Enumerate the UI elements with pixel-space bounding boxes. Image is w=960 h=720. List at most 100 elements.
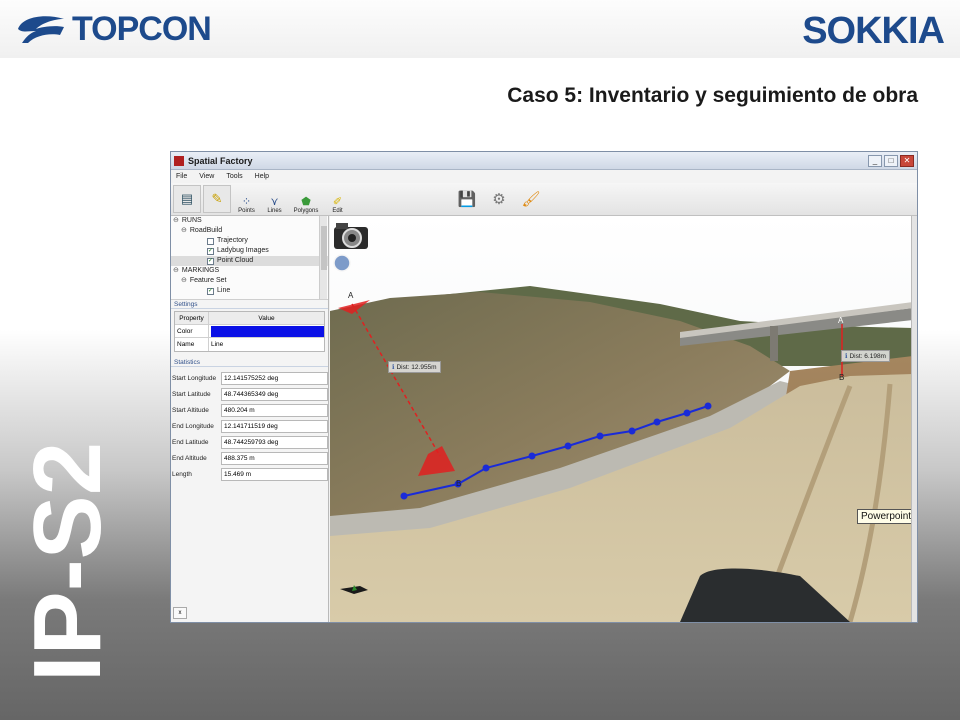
stat-value: 12.141711519 deg	[221, 419, 328, 433]
points-tool-label: Points	[238, 208, 255, 214]
app-window: Spatial Factory _ □ ✕ File View Tools He…	[170, 151, 918, 623]
scene-image: A B A B	[330, 216, 913, 622]
stat-value: 48.744259793 deg	[221, 435, 328, 449]
save-icon[interactable]: 💾	[452, 184, 482, 214]
stat-key: Start Longitude	[172, 374, 217, 382]
tree-markings[interactable]: ⊖ MARKINGS	[171, 266, 328, 276]
stat-value: 48.744365349 deg	[221, 387, 328, 401]
settings-row-name[interactable]: Name Line	[175, 338, 324, 351]
stat-key: Start Altitude	[172, 406, 209, 414]
brush-icon[interactable]: 🖌	[516, 184, 546, 214]
lines-tool-button[interactable]: ⋎ Lines	[261, 184, 288, 214]
app-icon	[174, 155, 184, 166]
tree-feature-set-label: Feature Set	[189, 277, 227, 284]
left-panel: ⊖ RUNS ⊖ RoadBuild Trajectory ✓ Ladybug Ima…	[171, 216, 329, 622]
tree-runs[interactable]: ⊖ RUNS	[171, 216, 328, 226]
ladybug-images-checkbox[interactable]: ✓	[207, 247, 214, 255]
stat-value: 480.204 m	[221, 403, 328, 417]
stat-row: Start Longitude 12.141575252 deg	[171, 370, 328, 386]
points-icon: ⁘	[241, 196, 252, 208]
settings-table-header: Property Value	[175, 312, 324, 325]
menu-tools[interactable]: Tools	[226, 173, 242, 180]
color-swatch[interactable]	[211, 326, 324, 337]
statistics-header: Statistics	[171, 358, 328, 367]
marker-b-left: B	[456, 479, 461, 488]
topcon-mark-icon	[18, 16, 64, 43]
side-brand-label: IP-S2	[10, 420, 121, 690]
sokkia-logo: SOKKIA	[802, 10, 945, 52]
menu-bar: File View Tools Help	[171, 170, 917, 183]
stat-row: End Longitude 12.141711519 deg	[171, 418, 328, 434]
edit-tool-button[interactable]: ✐ Edit	[324, 184, 351, 214]
tree-feature-set[interactable]: ⊖ Feature Set	[171, 276, 328, 286]
info-icon: ℹ	[392, 364, 395, 371]
stat-key: End Altitude	[172, 454, 207, 462]
tree-item-trajectory[interactable]: Trajectory	[171, 236, 328, 246]
page-title: Caso 5: Inventario y seguimiento de obra	[507, 84, 918, 107]
value-column-header: Value	[258, 315, 275, 322]
tree-runs-label: RUNS	[181, 217, 202, 224]
stat-row: Start Altitude 480.204 m	[171, 402, 328, 418]
toolbar: ▤ ✎ ⁘ Points ⋎ Lines ⬟ Polygons ✐ Edit 💾…	[171, 183, 917, 216]
tree-run-label: RoadBuild	[189, 227, 223, 234]
marker-b-right: B	[839, 373, 844, 382]
polygons-icon: ⬟	[301, 196, 311, 208]
topcon-logo-text: TOPCON	[72, 9, 212, 48]
point-cloud-checkbox[interactable]: ✓	[207, 257, 214, 265]
settings-row-color[interactable]: Color	[175, 325, 324, 338]
window-title: Spatial Factory	[188, 155, 253, 166]
stat-row: End Altitude 488.375 m	[171, 450, 328, 466]
tree-item-line[interactable]: ✓ Line	[171, 286, 328, 296]
polygons-tool-label: Polygons	[293, 208, 319, 214]
settings-table: Property Value Color Name Line	[174, 311, 325, 352]
line-checkbox[interactable]: ✓	[207, 287, 214, 295]
stat-value: 12.141575252 deg	[221, 371, 328, 385]
title-bar[interactable]: Spatial Factory _ □ ✕	[171, 152, 917, 170]
tree-scrollbar[interactable]	[319, 216, 327, 299]
minimize-button[interactable]: _	[868, 154, 882, 167]
settings-key: Name	[175, 338, 209, 351]
tree-scroll-thumb[interactable]	[321, 226, 327, 270]
menu-help[interactable]: Help	[255, 173, 269, 180]
tree-item-label: Trajectory	[217, 237, 248, 244]
camera-icon[interactable]	[332, 217, 372, 255]
panel-close-button[interactable]: x	[173, 607, 187, 619]
settings-key: Color	[175, 325, 209, 337]
menu-file[interactable]: File	[176, 173, 187, 180]
side-brand-text: IP-S2	[14, 442, 110, 682]
layers-icon[interactable]: ▤	[173, 185, 201, 213]
scene-viewport[interactable]: A B A B ℹ Dist: 12.955m ℹ Dist: 6.198m Pow…	[330, 216, 913, 622]
tree-item-label: Ladybug Images	[217, 247, 269, 254]
tree-item-ladybug-images[interactable]: ✓ Ladybug Images	[171, 246, 328, 256]
logo-bar: TOPCON SOKKIA	[0, 0, 960, 58]
points-tool-button[interactable]: ⁘ Points	[233, 184, 260, 214]
stat-row: End Latitude 48.744259793 deg	[171, 434, 328, 450]
marker-a-right: A	[838, 316, 844, 325]
trajectory-checkbox[interactable]	[207, 237, 214, 245]
lines-tool-label: Lines	[267, 208, 282, 214]
stat-key: Start Latitude	[172, 390, 211, 398]
settings-value[interactable]: Line	[209, 338, 324, 351]
marker-a-left: A	[348, 291, 354, 300]
distance-label-right: ℹ Dist: 6.198m	[841, 350, 890, 362]
menu-view[interactable]: View	[199, 173, 214, 180]
lines-icon: ⋎	[270, 196, 279, 208]
settings-header: Settings	[171, 300, 328, 309]
gear-icon[interactable]: ⚙	[484, 184, 514, 214]
tree-item-label: Point Cloud	[217, 257, 254, 264]
edit-icon: ✐	[332, 196, 343, 208]
tooltip: Powerpoint_	[857, 509, 913, 524]
topcon-logo: TOPCON	[14, 9, 212, 48]
scene-scrollbar[interactable]	[911, 216, 917, 622]
tree-run-roadbuild[interactable]: ⊖ RoadBuild	[171, 226, 328, 236]
navigation-globe-icon[interactable]	[333, 254, 351, 272]
maximize-button[interactable]: □	[884, 154, 898, 167]
close-button[interactable]: ✕	[900, 154, 914, 167]
pencil-icon[interactable]: ✎	[203, 185, 231, 213]
stat-key: End Longitude	[172, 422, 214, 430]
distance-value-left: Dist: 12.955m	[396, 363, 437, 371]
polygons-tool-button[interactable]: ⬟ Polygons	[289, 184, 323, 214]
stat-key: Length	[172, 470, 192, 478]
tree-item-point-cloud[interactable]: ✓ Point Cloud	[171, 256, 328, 266]
property-column-header: Property	[175, 312, 209, 324]
